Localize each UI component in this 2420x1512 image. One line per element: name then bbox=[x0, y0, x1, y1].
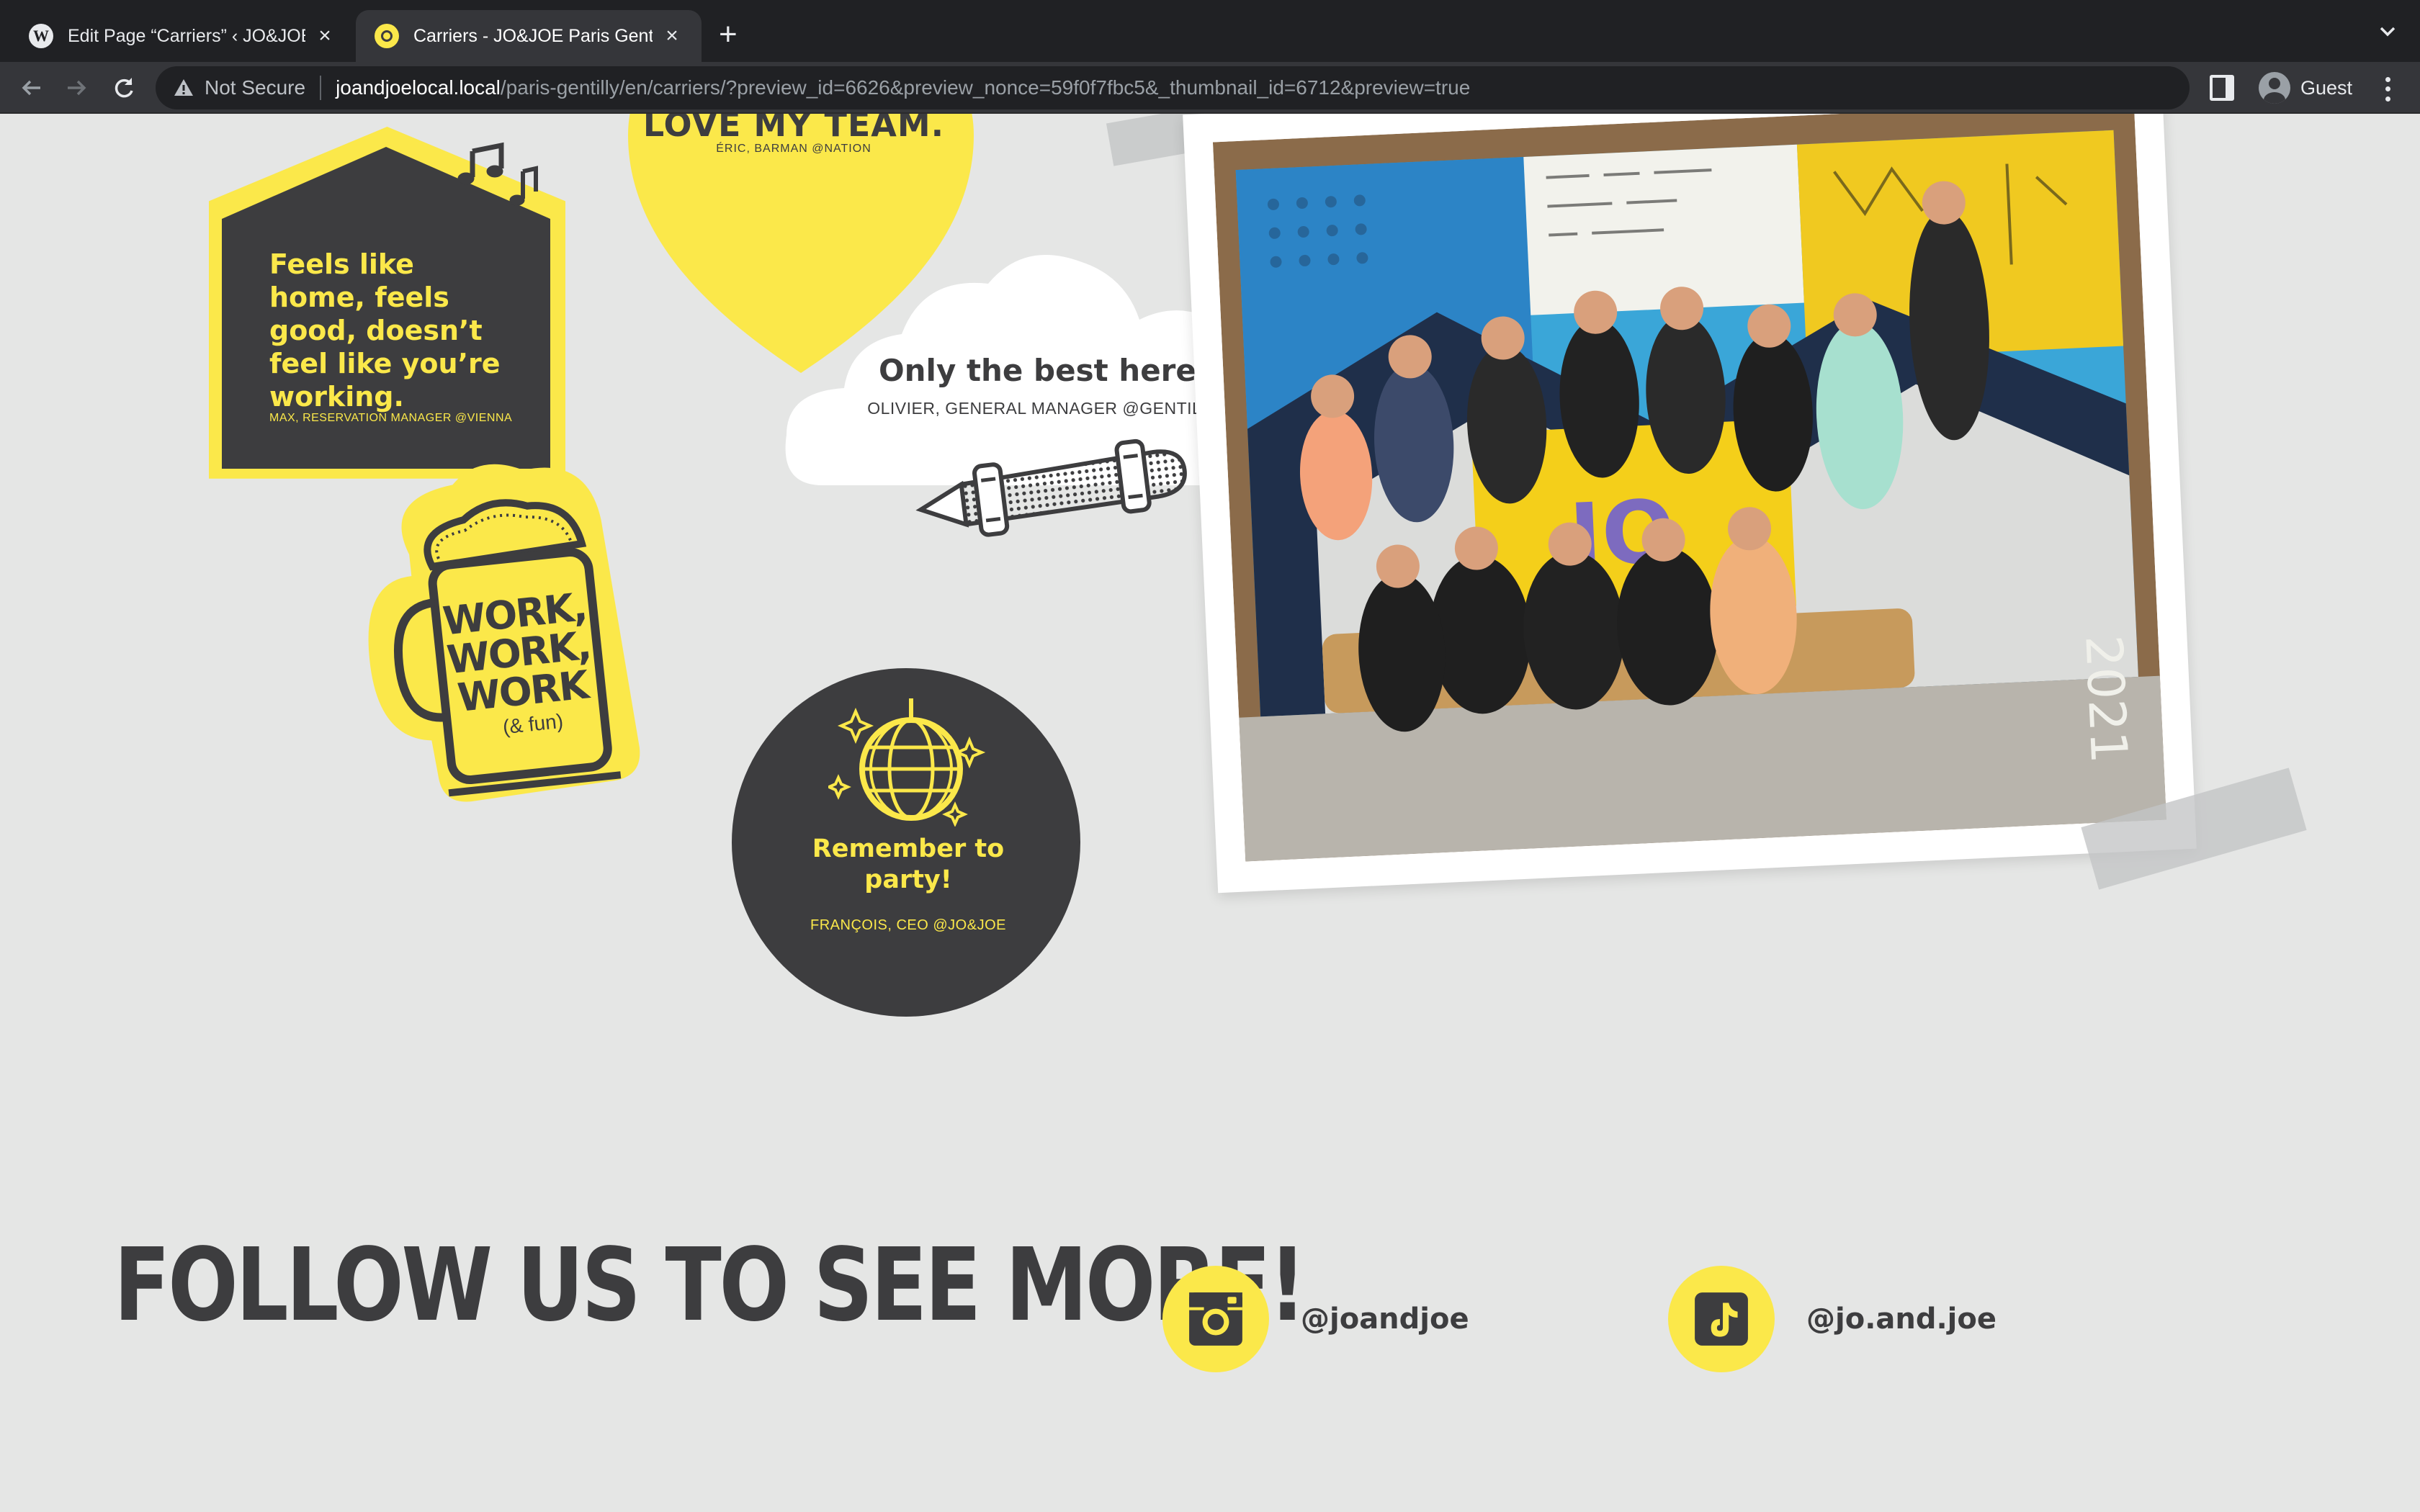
close-tab-icon[interactable]: × bbox=[661, 24, 683, 48]
follow-heading: FOLLOW US TO SEE MORE! bbox=[114, 1227, 1307, 1344]
mug-sticker-text: WORK, WORK, WORK bbox=[440, 584, 593, 721]
tab-carriers[interactable]: Carriers - JO&JOE Paris Gentilly × bbox=[356, 10, 702, 62]
forward-button[interactable] bbox=[60, 72, 92, 104]
page-content: LOVE MY TEAM. ÉRIC, BARMAN @NATION Feels… bbox=[0, 114, 2420, 1512]
rocket-skateboard-icon bbox=[915, 438, 1187, 537]
tiktok-handle[interactable]: @jo.and.joe bbox=[1806, 1302, 1996, 1336]
divider bbox=[320, 76, 322, 100]
menu-icon[interactable] bbox=[2377, 75, 2398, 104]
house-sticker-quote: Feels like home, feels good, doesn’t fee… bbox=[269, 248, 501, 413]
back-button[interactable] bbox=[16, 72, 48, 104]
url-path: /paris-gentilly/en/carriers/?preview_id=… bbox=[500, 76, 1471, 99]
reload-button[interactable] bbox=[108, 72, 140, 104]
close-tab-icon[interactable]: × bbox=[314, 24, 336, 48]
browser-toolbar: Not Secure joandjoelocal.local /paris-ge… bbox=[0, 62, 2420, 114]
team-photo: JO 2021 bbox=[1212, 114, 2166, 862]
url-host: joandjoelocal.local bbox=[336, 76, 501, 99]
tiktok-badge[interactable] bbox=[1668, 1266, 1775, 1372]
avatar-icon bbox=[2259, 72, 2290, 104]
cloud-sticker-title: Only the best here! bbox=[878, 353, 1211, 388]
tab-title: Carriers - JO&JOE Paris Gentilly bbox=[413, 25, 653, 46]
heart-sticker-author: ÉRIC, BARMAN @NATION bbox=[716, 143, 871, 155]
profile-name: Guest bbox=[2300, 76, 2353, 99]
wordpress-icon: W bbox=[29, 24, 53, 48]
security-label[interactable]: Not Secure bbox=[205, 76, 305, 99]
party-sticker-author: FRANÇOIS, CEO @JO&JOE bbox=[810, 917, 1006, 933]
warning-icon[interactable] bbox=[173, 77, 194, 99]
profile-button[interactable]: Guest bbox=[2247, 68, 2364, 108]
new-tab-button[interactable]: + bbox=[719, 19, 738, 50]
house-sticker-author: MAX, RESERVATION MANAGER @VIENNA bbox=[269, 412, 513, 424]
cloud-sticker-author: OLIVIER, GENERAL MANAGER @GENTILLY bbox=[867, 399, 1222, 418]
instagram-icon bbox=[1189, 1292, 1242, 1346]
instagram-link[interactable]: @joandjoe bbox=[1162, 1266, 1469, 1372]
jo-and-joe-icon bbox=[375, 24, 399, 48]
wall-text: 2021 bbox=[2074, 634, 2138, 765]
tiktok-link[interactable]: @jo.and.joe bbox=[1668, 1266, 1996, 1372]
party-sticker-title: Remember to party! bbox=[812, 834, 1005, 894]
browser-window: W Edit Page “Carriers” ‹ JO&JOE × Carrie… bbox=[0, 0, 2420, 1512]
polaroid-frame: JO 2021 bbox=[1183, 114, 2197, 894]
instagram-handle[interactable]: @joandjoe bbox=[1301, 1302, 1469, 1336]
tab-title: Edit Page “Carriers” ‹ JO&JOE bbox=[68, 25, 305, 46]
tiktok-icon bbox=[1695, 1292, 1748, 1346]
tab-search-chevron-icon[interactable] bbox=[2377, 20, 2398, 42]
tab-edit-page[interactable]: W Edit Page “Carriers” ‹ JO&JOE × bbox=[10, 10, 354, 62]
disco-ball-icon bbox=[828, 698, 986, 827]
heart-sticker-title: LOVE MY TEAM. bbox=[642, 114, 945, 144]
side-panel-icon[interactable] bbox=[2210, 75, 2234, 101]
address-bar[interactable]: Not Secure joandjoelocal.local /paris-ge… bbox=[156, 66, 2190, 109]
tab-strip: W Edit Page “Carriers” ‹ JO&JOE × Carrie… bbox=[0, 0, 2420, 62]
instagram-badge[interactable] bbox=[1162, 1266, 1269, 1372]
